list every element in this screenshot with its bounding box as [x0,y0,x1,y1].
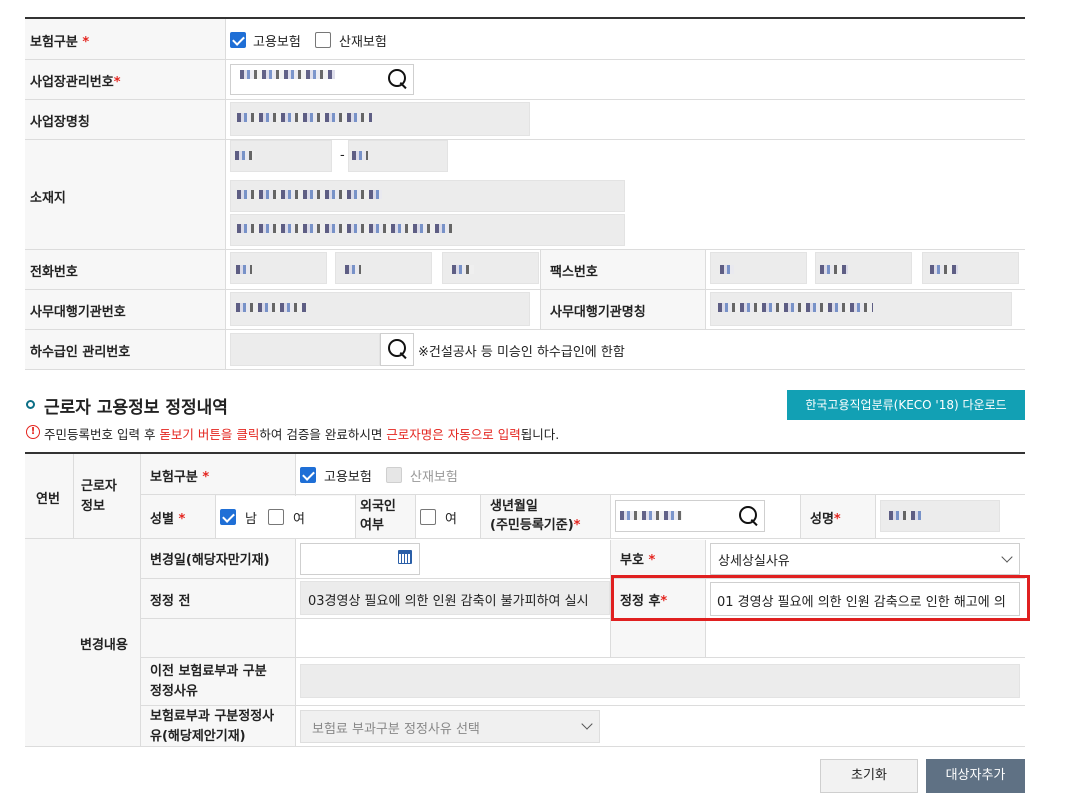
redacted-value [240,70,335,79]
employment-insurance-checkbox[interactable] [230,32,246,48]
gender-female-label: 여 [293,512,305,527]
name-label: 성명* [810,512,841,527]
table-employment-insurance-checkbox[interactable] [300,467,316,483]
agency-name-label: 사무대행기관명칭 [550,305,646,320]
alert-icon: ! [26,425,40,439]
redacted-value [352,151,368,160]
insurance-type-label: 보험구분 * [30,35,90,50]
phone-label: 전화번호 [30,265,78,280]
table-insurance-type-label: 보험구분 * [150,470,210,485]
gender-label: 성별 * [150,512,186,527]
reason-select-placeholder: 보험료 부과구분 정정사유 선택 [312,722,480,737]
gender-male-checkbox[interactable] [220,509,236,525]
foreigner-option-label: 여 [445,512,457,527]
biz-name-label: 사업장명칭 [30,115,90,130]
industrial-insurance-label: 산재보험 [339,35,387,50]
subcontractor-note: ※건설공사 등 미승인 하수급인에 한함 [418,345,625,360]
gender-male-label: 남 [245,512,257,527]
foreigner-label: 외국인 여부 [360,499,396,533]
bullet-icon [26,400,35,409]
change-section-label: 변경내용 [80,638,128,653]
subcontractor-label: 하수급인 관리번호 [30,345,131,360]
table-industrial-insurance-checkbox [386,467,402,483]
keco-download-button[interactable]: 한국고용직업분류(KECO '18) 다운로드 [787,390,1025,420]
add-target-button[interactable]: 대상자추가 [926,759,1025,793]
code-label: 부호 * [620,553,656,568]
redacted-value [237,224,452,233]
redacted-value [237,113,372,122]
prev-reason-field [300,664,1020,698]
code-select-value: 상세상실사유 [718,554,790,569]
reset-button[interactable]: 초기화 [820,759,918,793]
address-label: 소재지 [30,191,66,206]
redacted-value [237,190,382,199]
change-date-label: 변경일(해당자만기재) [150,553,270,568]
highlight-box [611,575,1030,621]
worker-info-header: 근로자 정보 [81,479,117,514]
redacted-value [620,511,682,520]
before-field: 03경영상 필요에 의한 인원 감축이 불가피하여 실시 [300,581,610,615]
search-icon[interactable] [383,335,411,363]
industrial-insurance-checkbox[interactable] [315,32,331,48]
subcontractor-input[interactable] [230,333,380,366]
table-industrial-insurance-label: 산재보험 [410,470,458,485]
gender-female-checkbox[interactable] [268,509,284,525]
redacted-value [235,151,255,160]
calendar-icon[interactable] [398,550,412,564]
section-title: 근로자 고용정보 정정내역 [44,398,228,418]
before-label: 정정 전 [150,594,191,609]
employment-insurance-label: 고용보험 [253,35,301,50]
reason-label: 보험료부과 구분정정사 유(해당제안기재) [150,709,275,744]
agency-no-label: 사무대행기관번호 [30,305,126,320]
table-employment-insurance-label: 고용보험 [324,470,372,485]
biz-mgmt-no-label: 사업장관리번호* [30,75,121,90]
search-icon[interactable] [383,65,411,93]
redacted-value [889,511,921,520]
birth-label: 생년월일 (주민등록기준)* [490,499,581,533]
prev-reason-label: 이전 보험료부과 구분 정정사유 [150,664,267,699]
col-no-header: 연번 [36,492,60,507]
fax-label: 팩스번호 [550,265,598,280]
notice-text: 주민등록번호 입력 후 돋보기 버튼을 클릭하여 검증을 완료하시면 근로자명은… [44,427,560,442]
search-icon[interactable] [734,502,762,530]
foreigner-checkbox[interactable] [420,509,436,525]
